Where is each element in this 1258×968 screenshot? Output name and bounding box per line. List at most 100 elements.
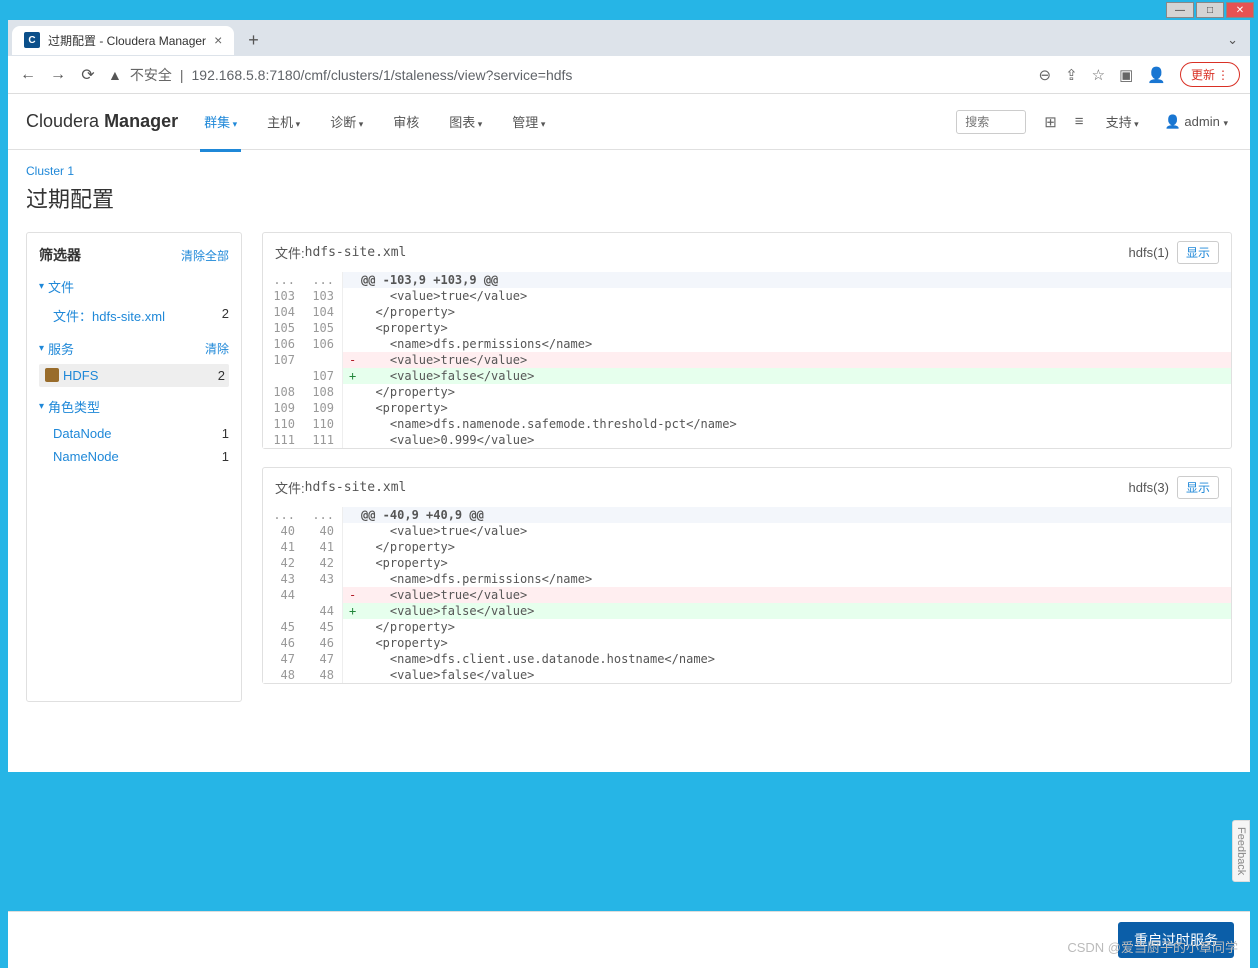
diff-show-button[interactable]: 显示 <box>1177 241 1219 264</box>
diff-code: </property> <box>343 539 1231 555</box>
new-line-no: 47 <box>303 651 343 667</box>
old-line-no: ... <box>263 272 303 288</box>
window-close-button[interactable]: ✕ <box>1226 2 1254 18</box>
window-titlebar: — □ ✕ <box>0 0 1258 20</box>
old-line-no: 47 <box>263 651 303 667</box>
tab-overflow-icon[interactable]: ⌄ <box>1219 32 1246 48</box>
diff-row: 108108 </property> <box>263 384 1231 400</box>
browser-tab[interactable]: C 过期配置 - Cloudera Manager × <box>12 26 234 55</box>
new-line-no: 110 <box>303 416 343 432</box>
diff-code: <property> <box>343 635 1231 651</box>
support-menu[interactable]: 支持 <box>1102 102 1143 141</box>
nav-audits[interactable]: 审核 <box>389 102 423 141</box>
diff-code: <value>false</value> <box>343 667 1231 683</box>
old-line-no: 111 <box>263 432 303 448</box>
diff-code: <name>dfs.permissions</name> <box>343 571 1231 587</box>
old-line-no: 106 <box>263 336 303 352</box>
sidepanel-icon[interactable]: ▣ <box>1119 66 1133 84</box>
diff-file-prefix: 文件: <box>275 478 305 497</box>
diff-row: 4141 </property> <box>263 539 1231 555</box>
diff-row: 4646 <property> <box>263 635 1231 651</box>
footer-bar: 重启过时服务 <box>8 911 1250 968</box>
new-line-no: ... <box>303 507 343 523</box>
nav-admin[interactable]: 管理 <box>508 102 549 141</box>
filter-group-head[interactable]: ▾ 文件 <box>39 277 229 296</box>
breadcrumb[interactable]: Cluster 1 <box>26 164 1232 178</box>
diff-badge: hdfs(3) <box>1129 480 1169 495</box>
diff-code: - <value>true</value> <box>343 587 1231 603</box>
profile-icon[interactable]: 👤 <box>1147 66 1166 84</box>
app-logo[interactable]: Cloudera Manager <box>26 111 178 132</box>
filter-group-head[interactable]: ▾服务清除 <box>39 339 229 358</box>
tab-close-icon[interactable]: × <box>214 32 222 48</box>
old-line-no: 110 <box>263 416 303 432</box>
browser-update-button[interactable]: 更新 ⋮ <box>1180 62 1240 87</box>
logo-light: Cloudera <box>26 111 99 131</box>
diff-row: 44- <value>true</value> <box>263 587 1231 603</box>
user-icon: 👤 <box>1165 114 1185 129</box>
search-input[interactable] <box>956 110 1026 134</box>
share-icon[interactable]: ⇪ <box>1065 66 1078 84</box>
window-maximize-button[interactable]: □ <box>1196 2 1224 18</box>
new-line-no: 45 <box>303 619 343 635</box>
filter-group-clear[interactable]: 清除 <box>205 340 229 357</box>
diff-code: <name>dfs.permissions</name> <box>343 336 1231 352</box>
chevron-down-icon: ▾ <box>39 281 44 292</box>
filter-item-label: DataNode <box>53 426 112 441</box>
new-line-no: 107 <box>303 368 343 384</box>
filter-group-head[interactable]: ▾角色类型 <box>39 397 229 416</box>
user-menu[interactable]: 👤 admin <box>1161 104 1232 140</box>
browser-address-bar: ← → ⟳ ▲ 不安全 | 192.168.5.8:7180/cmf/clust… <box>8 56 1250 94</box>
clear-all-link[interactable]: 清除全部 <box>181 247 229 264</box>
reload-button[interactable]: ⟳ <box>78 65 98 85</box>
url-field[interactable]: ▲ 不安全 | 192.168.5.8:7180/cmf/clusters/1/… <box>108 65 1029 85</box>
forward-button[interactable]: → <box>48 66 68 84</box>
nav-hosts[interactable]: 主机 <box>263 102 304 141</box>
filter-item-label: NameNode <box>53 449 119 464</box>
filter-item[interactable]: HDFS2 <box>39 364 229 387</box>
diff-show-button[interactable]: 显示 <box>1177 476 1219 499</box>
old-line-no: 45 <box>263 619 303 635</box>
new-line-no: 46 <box>303 635 343 651</box>
new-line-no: 44 <box>303 603 343 619</box>
filter-item[interactable]: DataNode 1 <box>39 422 229 445</box>
diff-row: 111111 <value>0.999</value> <box>263 432 1231 448</box>
new-line-no: 43 <box>303 571 343 587</box>
update-label: 更新 <box>1191 66 1215 83</box>
diff-badge: hdfs(1) <box>1129 245 1169 260</box>
diff-row: 109109 <property> <box>263 400 1231 416</box>
window-minimize-button[interactable]: — <box>1166 2 1194 18</box>
restart-stale-button[interactable]: 重启过时服务 <box>1118 922 1234 958</box>
parcel-icon[interactable]: ⊞ <box>1044 113 1057 131</box>
back-button[interactable]: ← <box>18 66 38 84</box>
diff-code: </property> <box>343 619 1231 635</box>
filter-item-count: 2 <box>218 368 225 383</box>
new-tab-button[interactable]: + <box>240 30 267 51</box>
diff-code: @@ -40,9 +40,9 @@ <box>343 507 1231 523</box>
nav-charts[interactable]: 图表 <box>445 102 486 141</box>
running-commands-icon[interactable]: ≡ <box>1075 113 1084 130</box>
diff-code: + <value>false</value> <box>343 603 1231 619</box>
diff-main: 文件: hdfs-site.xmlhdfs(1)显示...... @@ -103… <box>262 232 1232 702</box>
browser-tab-strip: C 过期配置 - Cloudera Manager × + ⌄ <box>8 20 1250 56</box>
diff-row: 107+ <value>false</value> <box>263 368 1231 384</box>
bookmark-icon[interactable]: ☆ <box>1092 66 1105 84</box>
tab-title: 过期配置 - Cloudera Manager <box>48 32 206 49</box>
diff-file-name: hdfs-site.xml <box>305 245 407 260</box>
diff-code: <name>dfs.namenode.safemode.threshold-pc… <box>343 416 1231 432</box>
feedback-tab[interactable]: Feedback <box>1232 820 1250 882</box>
logo-bold: Manager <box>104 111 178 131</box>
old-line-no: 48 <box>263 667 303 683</box>
filter-item-count: 1 <box>222 426 229 441</box>
app-topnav: Cloudera Manager 群集 主机 诊断 审核 图表 管理 ⊞ ≡ 支… <box>8 94 1250 150</box>
filter-group-label: 文件 <box>48 277 74 296</box>
diff-code: </property> <box>343 304 1231 320</box>
filter-item[interactable]: 文件：hdfs-site.xml2 <box>39 302 229 329</box>
nav-clusters[interactable]: 群集 <box>200 102 241 152</box>
old-line-no: 107 <box>263 352 303 368</box>
old-line-no: 108 <box>263 384 303 400</box>
url-text: 192.168.5.8:7180/cmf/clusters/1/stalenes… <box>192 67 573 83</box>
filter-item[interactable]: NameNode1 <box>39 445 229 468</box>
zoom-icon[interactable]: ⊖ <box>1039 66 1052 84</box>
nav-diagnostics[interactable]: 诊断 <box>326 102 367 141</box>
